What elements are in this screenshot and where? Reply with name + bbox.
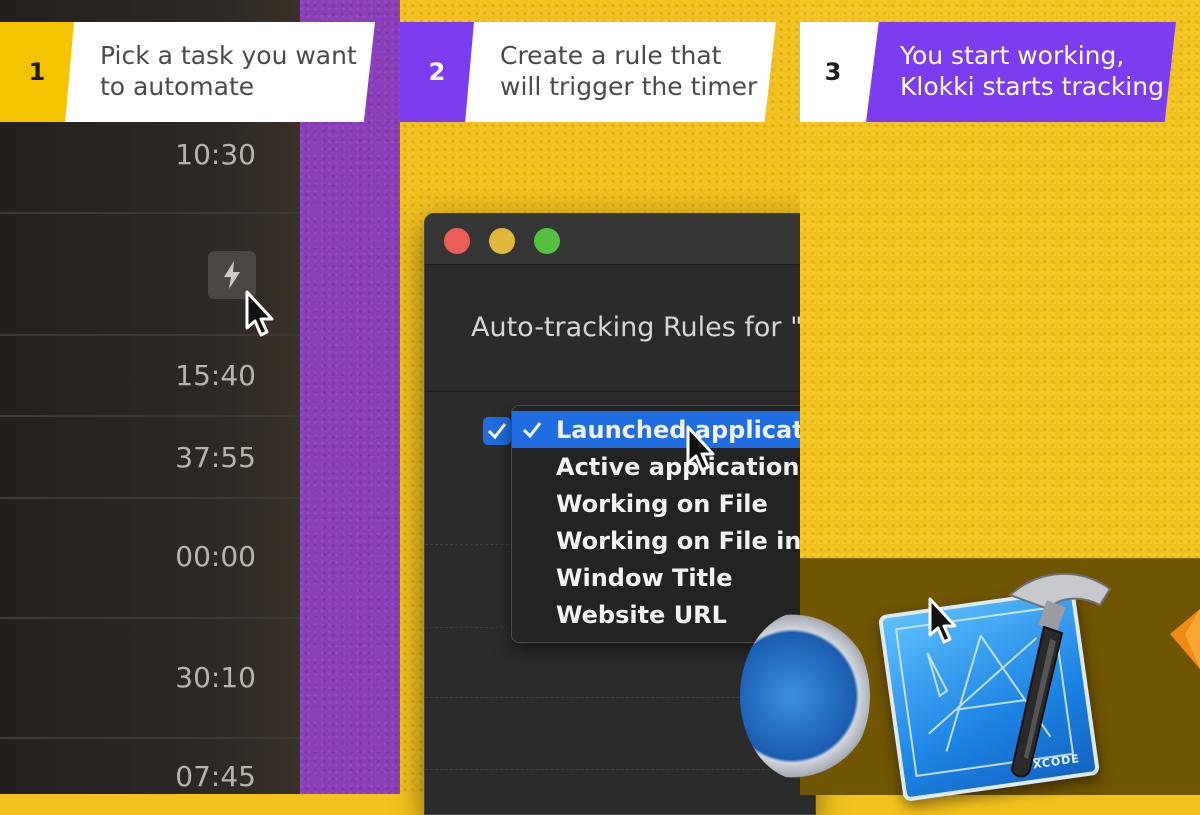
- menu-item-working-on-file-in-folder[interactable]: Working on File in F: [512, 522, 815, 559]
- row-divider: [0, 212, 300, 214]
- header-separator: [425, 391, 815, 392]
- task-time: 15:40: [175, 359, 256, 392]
- checkmark-icon: [520, 411, 544, 448]
- mouse-pointer-icon: [928, 597, 957, 644]
- step-1-banner: 1 Pick a task you want to automate: [0, 22, 375, 122]
- task-time: 30:10: [175, 661, 256, 694]
- mouse-pointer-icon: [686, 425, 715, 472]
- step-number-badge: 1: [0, 22, 74, 122]
- sketch-icon[interactable]: [1170, 599, 1200, 679]
- window-heading: Auto-tracking Rules for ": [471, 312, 803, 343]
- window-titlebar: [425, 214, 815, 265]
- step-number-badge: 3: [800, 22, 866, 122]
- task-time: 10:30: [175, 138, 256, 171]
- step-description: Pick a task you want to automate: [100, 41, 357, 101]
- step-description: Create a rule that will trigger the time…: [500, 41, 758, 101]
- safari-icon[interactable]: [740, 611, 870, 781]
- rule-enabled-checkbox[interactable]: [483, 417, 511, 445]
- menu-item-launched-application[interactable]: Launched applicati: [512, 411, 815, 448]
- task-time: 00:00: [175, 540, 256, 573]
- menu-item-active-application[interactable]: Active application: [512, 448, 815, 485]
- step-3-banner: 3 You start working, Klokki starts track…: [800, 22, 1176, 122]
- row-divider: [0, 497, 300, 499]
- row-divider: [0, 617, 300, 619]
- hammer-icon: [1008, 572, 1112, 778]
- row-divider: [0, 737, 300, 739]
- checkmark-icon: [487, 423, 507, 440]
- zoom-button[interactable]: [534, 228, 560, 254]
- menu-item-working-on-file[interactable]: Working on File: [512, 485, 815, 522]
- lightning-bolt-icon: [224, 261, 240, 289]
- step-2-banner: 2 Create a rule that will trigger the ti…: [400, 22, 776, 122]
- mouse-pointer-icon: [245, 290, 274, 337]
- menu-item-window-title[interactable]: Window Title: [512, 559, 815, 596]
- row-divider: [0, 415, 300, 417]
- trigger-type-menu[interactable]: Launched applicati Active application Wo…: [511, 405, 815, 643]
- step-description: You start working, Klokki starts trackin…: [900, 41, 1164, 101]
- row-separator: [425, 769, 815, 770]
- task-time: 07:45: [175, 760, 256, 793]
- close-button[interactable]: [444, 228, 470, 254]
- task-time: 37:55: [175, 441, 256, 474]
- step-number-badge: 2: [400, 22, 474, 122]
- minimize-button[interactable]: [489, 228, 515, 254]
- dock: XCODE: [740, 558, 1200, 802]
